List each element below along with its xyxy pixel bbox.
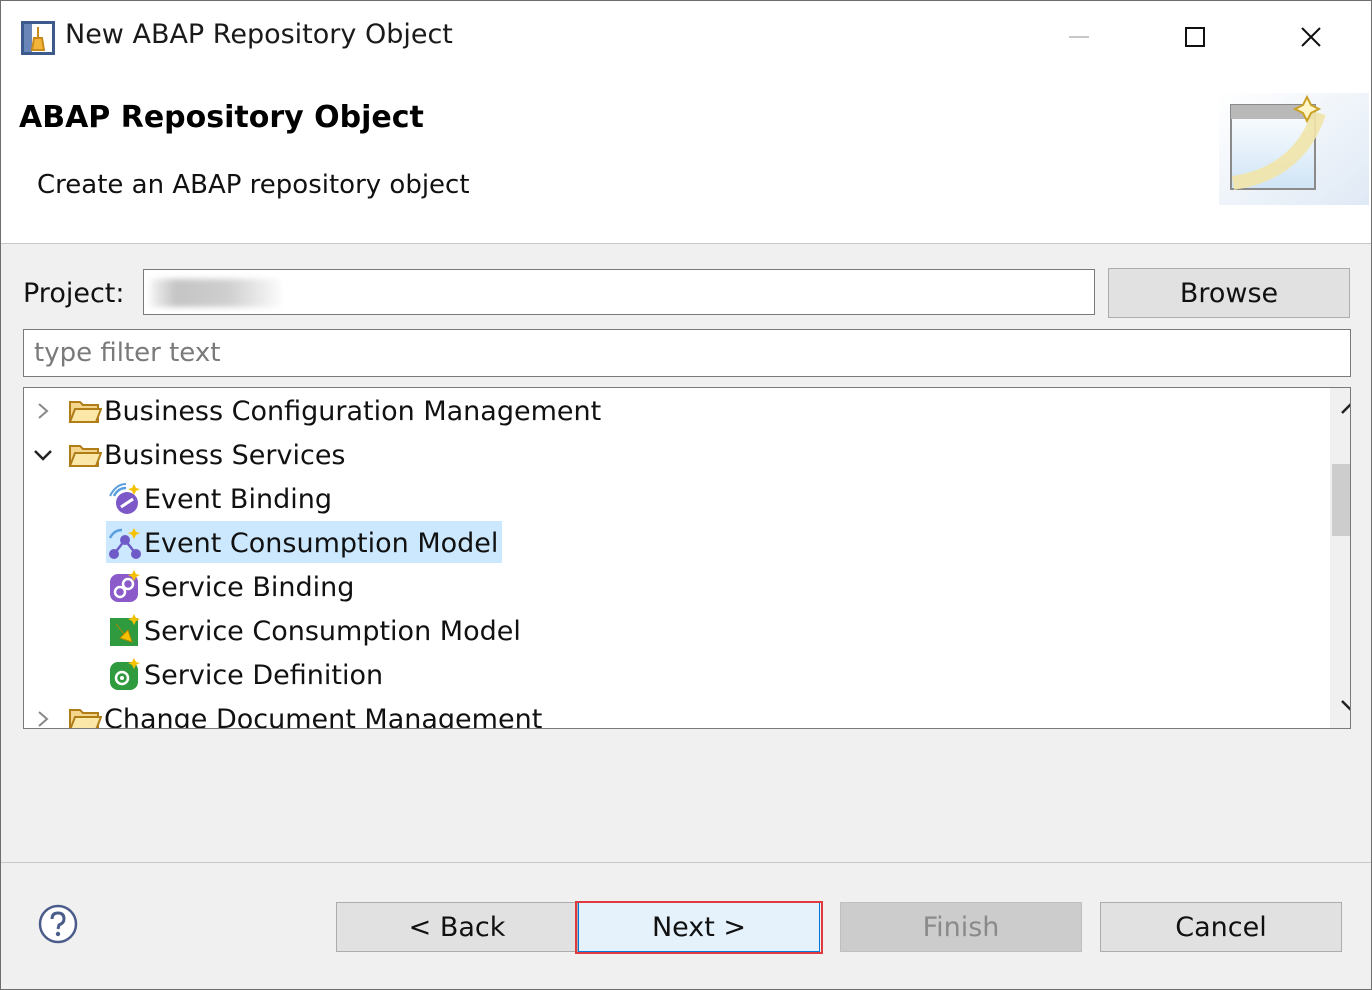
service-definition-icon xyxy=(110,658,140,690)
scroll-down-button[interactable] xyxy=(1330,686,1350,726)
folder-icon xyxy=(68,401,102,423)
chevron-right-icon[interactable] xyxy=(32,400,54,422)
minimize-icon xyxy=(1069,36,1089,38)
object-type-tree: Business Configuration Management Busine… xyxy=(23,387,1351,729)
tree-item-event-consumption-model[interactable]: Event Consumption Model xyxy=(144,526,498,562)
event-binding-icon xyxy=(109,483,140,514)
project-label: Project: xyxy=(23,278,125,309)
tree-item-service-binding[interactable]: Service Binding xyxy=(144,570,354,606)
footer-separator xyxy=(1,862,1371,863)
wizard-banner-image xyxy=(1219,93,1369,205)
page-description: Create an ABAP repository object xyxy=(37,170,470,200)
close-button[interactable] xyxy=(1253,1,1369,73)
scroll-thumb[interactable] xyxy=(1332,464,1350,536)
event-consumption-model-icon xyxy=(108,528,141,559)
chevron-down-icon[interactable] xyxy=(32,444,54,466)
page-title: ABAP Repository Object xyxy=(19,100,424,135)
dialog-window: New ABAP Repository Object ABAP Reposito… xyxy=(0,0,1372,990)
chevron-right-icon[interactable] xyxy=(32,708,54,728)
service-consumption-model-icon xyxy=(110,614,140,646)
chevron-up-icon xyxy=(1341,403,1350,414)
next-button[interactable]: Next > xyxy=(578,902,820,952)
tree-scrollbar[interactable] xyxy=(1330,388,1350,728)
filter-input[interactable] xyxy=(23,329,1351,377)
browse-button[interactable]: Browse xyxy=(1108,268,1350,318)
cancel-button[interactable]: Cancel xyxy=(1100,902,1342,952)
folder-icon xyxy=(68,445,102,467)
folder-icon xyxy=(69,709,102,728)
title-bar: New ABAP Repository Object xyxy=(1,1,1371,75)
finish-button: Finish xyxy=(840,902,1082,952)
close-icon xyxy=(1301,27,1321,47)
project-value-redacted xyxy=(150,279,280,307)
tree-item-service-consumption-model[interactable]: Service Consumption Model xyxy=(144,614,521,650)
maximize-icon xyxy=(1185,27,1205,47)
wizard-header: ABAP Repository Object Create an ABAP re… xyxy=(1,75,1371,244)
service-binding-icon xyxy=(110,570,140,602)
minimize-button[interactable] xyxy=(1021,1,1137,73)
maximize-button[interactable] xyxy=(1137,1,1253,73)
back-button[interactable]: < Back xyxy=(336,902,578,952)
tree-item-event-binding[interactable]: Event Binding xyxy=(144,482,332,518)
scroll-up-button[interactable] xyxy=(1330,388,1350,428)
help-icon[interactable] xyxy=(37,903,79,945)
project-field[interactable] xyxy=(143,269,1095,315)
tree-item-business-services[interactable]: Business Services xyxy=(104,438,346,474)
tree-item-business-configuration-management[interactable]: Business Configuration Management xyxy=(104,394,601,430)
tree-item-service-definition[interactable]: Service Definition xyxy=(144,658,383,694)
tree-item-change-document-management[interactable]: Change Document Management xyxy=(104,702,542,728)
window-title: New ABAP Repository Object xyxy=(65,19,453,50)
chevron-down-icon xyxy=(1341,700,1350,711)
abap-app-icon xyxy=(21,21,55,55)
